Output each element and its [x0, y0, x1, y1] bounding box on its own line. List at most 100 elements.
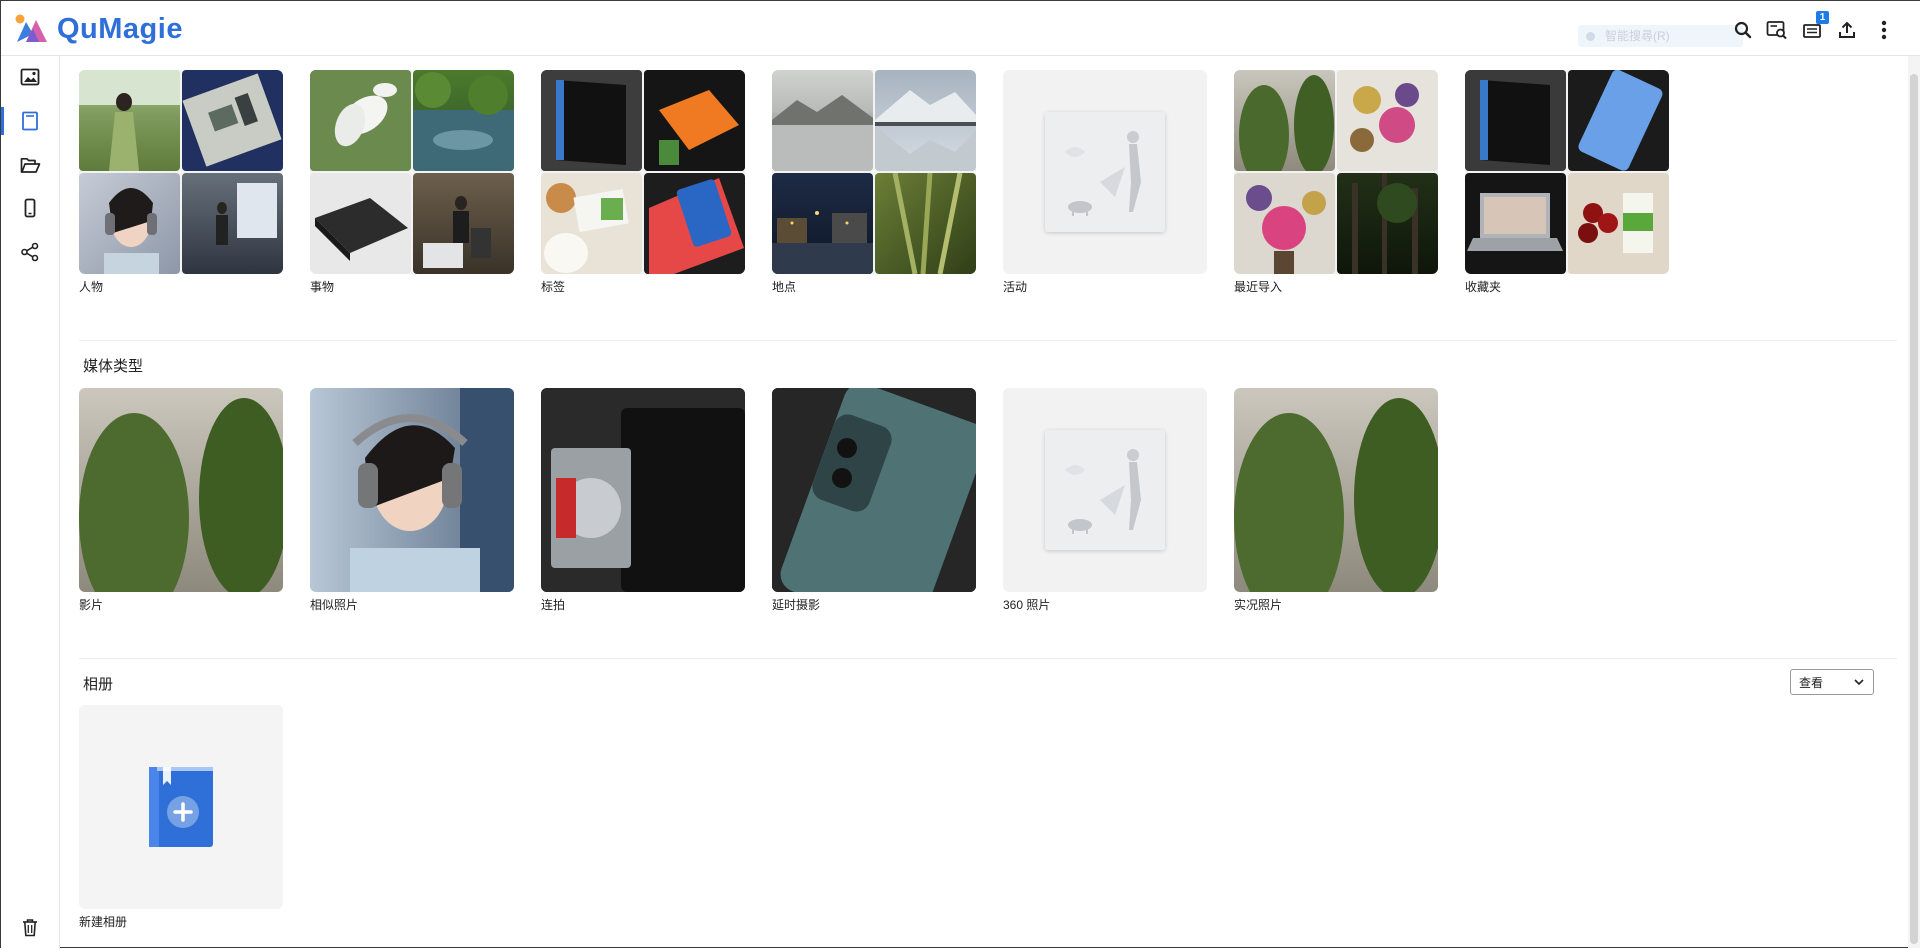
more-vertical-icon[interactable]: [1871, 17, 1897, 43]
vertical-scrollbar[interactable]: [1908, 56, 1920, 948]
thumb-cherries-milk: [1568, 173, 1669, 274]
album-label: 最近导入: [1234, 280, 1283, 294]
section-divider: [79, 340, 1897, 341]
media-type-similar-photos[interactable]: 相似照片: [310, 388, 514, 613]
smart-search-box[interactable]: [1578, 25, 1743, 47]
album-thumbnail: [1465, 70, 1669, 274]
app-name: QuMagie: [57, 12, 183, 45]
smart-album-recent-imports[interactable]: 最近导入: [1234, 70, 1438, 295]
media-type-360-photos[interactable]: 360 照片: [1003, 388, 1207, 613]
album-label: 事物: [310, 280, 335, 294]
album-thumbnail: [1003, 70, 1207, 274]
media-thumbnail: [79, 388, 283, 592]
thumb-dark-forest: [1337, 173, 1438, 274]
upload-icon[interactable]: [1834, 17, 1860, 43]
thumb-cactus: [1234, 70, 1335, 171]
smart-album-places[interactable]: 地点: [772, 70, 976, 295]
task-count-badge: 1: [1816, 11, 1829, 24]
media-type-burst[interactable]: 连拍: [541, 388, 745, 613]
trash-icon: [23, 918, 37, 936]
album-book-icon: [22, 111, 38, 131]
app-logo[interactable]: QuMagie: [13, 11, 183, 47]
smart-album-favorites[interactable]: 收藏夹: [1465, 70, 1669, 295]
album-label: 活动: [1003, 280, 1028, 294]
thumb-red-phone-box: [644, 173, 745, 274]
smart-album-things[interactable]: 事物: [310, 70, 514, 295]
albums-title: 相册: [83, 676, 114, 693]
media-thumbnail: [772, 388, 976, 592]
media-thumbnail: [1234, 388, 1438, 592]
thumb-milk-cookies: [541, 173, 642, 274]
scrollbar-thumb[interactable]: [1910, 74, 1918, 944]
section-divider: [79, 658, 1897, 659]
empty-album-placeholder-icon: [1045, 430, 1165, 550]
share-icon: [21, 242, 39, 262]
thumb-woman-headphones: [79, 173, 180, 274]
search-icon[interactable]: [1730, 17, 1756, 43]
media-thumbnail: [541, 388, 745, 592]
thumb-forest-pond: [413, 70, 514, 171]
album-label: 新建相册: [79, 915, 128, 929]
thumb-network-switch: [310, 173, 411, 274]
album-thumbnail: [1234, 70, 1438, 274]
album-thumbnail: [541, 70, 745, 274]
thumb-speaker-event: [413, 173, 514, 274]
new-album-tile[interactable]: 新建相册: [79, 705, 283, 930]
image-icon: [20, 68, 40, 86]
thumb-night-town: [772, 173, 873, 274]
nav-photos[interactable]: [1, 59, 59, 95]
left-nav: [1, 56, 60, 949]
album-label: 人物: [79, 280, 104, 294]
media-type-label: 连拍: [541, 598, 566, 612]
album-thumbnail: [79, 70, 283, 274]
nav-albums[interactable]: [1, 103, 59, 139]
search-input[interactable]: [1605, 29, 1735, 43]
background-tasks-icon[interactable]: 1: [1799, 11, 1829, 43]
search-clear-dot-icon: [1586, 31, 1595, 41]
image-search-icon[interactable]: [1764, 17, 1790, 43]
media-type-live-photos[interactable]: 实况照片: [1234, 388, 1438, 613]
new-album-thumbnail: [79, 705, 283, 909]
thumb-mountain-lake-reflection: [875, 70, 976, 171]
album-thumbnail: [310, 70, 514, 274]
thumb-white-cyclamen: [310, 70, 411, 171]
album-label: 地点: [772, 280, 797, 294]
media-type-label: 延时摄影: [772, 598, 821, 612]
empty-album-placeholder-icon: [1045, 112, 1165, 232]
thumb-phone-on-mat: [1568, 70, 1669, 171]
thumb-circuit-board: [182, 70, 283, 171]
media-type-videos[interactable]: 影片: [79, 388, 283, 613]
chevron-down-icon: [1854, 679, 1864, 686]
smart-album-events[interactable]: 活动: [1003, 70, 1207, 295]
media-type-label: 相似照片: [310, 598, 359, 612]
thumb-woman-green-dress: [79, 70, 180, 171]
smart-album-tags[interactable]: 标签: [541, 70, 745, 295]
view-dropdown[interactable]: 查看: [1790, 669, 1874, 695]
media-type-timelapse[interactable]: 延时摄影: [772, 388, 976, 613]
nav-devices[interactable]: [1, 190, 59, 226]
qumagie-logo-icon: [15, 14, 47, 42]
new-album-icon: [149, 767, 213, 847]
folder-open-icon: [20, 157, 40, 173]
mobile-device-icon: [24, 198, 36, 218]
media-type-label: 360 照片: [1003, 598, 1051, 612]
nav-trash[interactable]: [1, 909, 59, 945]
media-types-title: 媒体类型: [83, 358, 144, 375]
thumb-orange-box: [644, 70, 745, 171]
album-thumbnail: [772, 70, 976, 274]
smart-album-people[interactable]: 人物: [79, 70, 283, 295]
albums-content: 人物 事物 标签 地点 活动 最近导入 收藏夹 媒体类型 影片 相似照片 连拍 …: [61, 56, 1907, 949]
thumb-wheat-field: [875, 173, 976, 274]
thumb-mountain-lake-grey: [772, 70, 873, 171]
album-label: 收藏夹: [1465, 280, 1502, 294]
nav-folders[interactable]: [1, 147, 59, 183]
thumb-presenter-stage: [182, 173, 283, 274]
thumb-dried-rose: [1234, 173, 1335, 274]
media-thumbnail: [310, 388, 514, 592]
media-type-label: 实况照片: [1234, 598, 1283, 612]
thumb-dried-flowers: [1337, 70, 1438, 171]
thumb-laptop: [1465, 173, 1566, 274]
nav-sharing[interactable]: [1, 234, 59, 270]
media-type-label: 影片: [79, 598, 104, 612]
album-label: 标签: [541, 280, 566, 294]
